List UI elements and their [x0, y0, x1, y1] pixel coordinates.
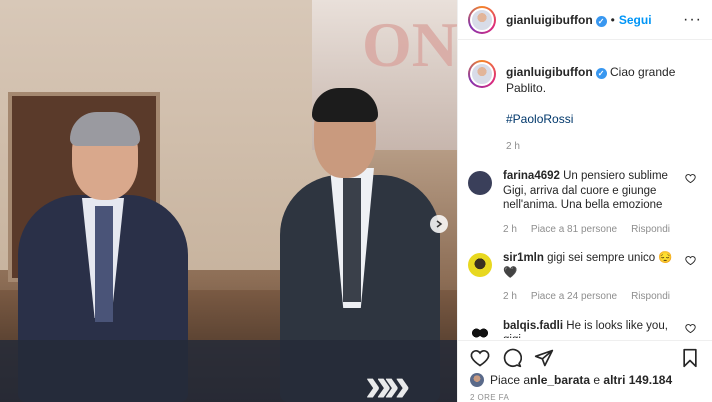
share-send-icon[interactable]	[534, 348, 554, 368]
comment-body: balqis.fadli He is looks like you, gigi	[503, 319, 683, 339]
comment-like-heart-icon[interactable]	[685, 173, 696, 184]
comment-like-heart-icon[interactable]	[685, 255, 696, 266]
caption-username[interactable]: gianluigibuffon ✓	[506, 65, 607, 79]
action-buttons-row	[470, 345, 700, 371]
commenter-username[interactable]: sir1mln	[503, 252, 544, 264]
chevrons-graphic-icon: »»	[365, 359, 410, 402]
comment-likes[interactable]: Piace a 81 persone	[531, 223, 617, 238]
comment-item: balqis.fadli He is looks like you, gigi	[468, 319, 702, 339]
reply-button[interactable]: Rispondi	[631, 290, 670, 305]
comment-like-heart-icon[interactable]	[685, 323, 696, 334]
caption-time: 2 h	[506, 141, 520, 152]
post-date: 2 ORE FA	[470, 393, 510, 402]
next-image-button[interactable]	[430, 215, 448, 233]
commenter-avatar[interactable]	[468, 171, 492, 195]
person-left-hair	[70, 112, 140, 146]
comment-likes[interactable]: Piace a 24 persone	[531, 290, 617, 305]
likes-user[interactable]: nle_barata	[530, 373, 590, 387]
likes-middle: e	[590, 373, 604, 387]
comment-body: farina4692 Un pensiero sublime Gigi, arr…	[503, 169, 683, 237]
commenter-avatar[interactable]	[468, 253, 492, 277]
comment-time: 2 h	[503, 291, 517, 302]
instagram-post: ON »» gianluigibuffon ✓ • Segui ··· gian…	[0, 0, 712, 402]
comment-meta: 2 h Piace a 24 persone Rispondi	[503, 290, 683, 305]
likes-prefix: Piace a	[490, 373, 531, 387]
caption-avatar[interactable]	[468, 60, 496, 88]
caption-text-block: gianluigibuffon ✓ Ciao grande Pablito. #P…	[506, 60, 702, 155]
comments-list[interactable]: gianluigibuffon ✓ Ciao grande Pablito. #P…	[458, 48, 712, 338]
like-heart-icon[interactable]	[470, 348, 490, 368]
comment-item: farina4692 Un pensiero sublime Gigi, arr…	[468, 169, 702, 237]
commenter-username[interactable]: farina4692	[503, 170, 560, 182]
photo-banner-text: ON	[362, 9, 457, 80]
post-caption: gianluigibuffon ✓ Ciao grande Pablito. #P…	[468, 48, 702, 155]
liker-avatar	[470, 373, 484, 387]
hashtag-link[interactable]: #PaoloRossi	[506, 111, 702, 127]
likes-summary[interactable]: Piace a nle_barata e altri 149.184	[470, 371, 700, 389]
post-side-panel: gianluigibuffon ✓ • Segui ··· gianluigibu…	[457, 0, 712, 402]
follow-button[interactable]: Segui	[619, 13, 652, 27]
post-header: gianluigibuffon ✓ • Segui ···	[458, 0, 712, 40]
verified-badge-icon: ✓	[595, 68, 607, 79]
likes-others[interactable]: altri 149.184	[603, 373, 672, 387]
commenter-username[interactable]: balqis.fadli	[503, 320, 563, 332]
more-options-icon[interactable]: ···	[683, 11, 702, 29]
header-separator: •	[610, 12, 615, 27]
comment-item: sir1mln gigi sei sempre unico 😔🖤 2 h Pia…	[468, 251, 702, 305]
post-actions: Piace a nle_barata e altri 149.184 2 ORE…	[458, 340, 712, 402]
person-left-tie	[95, 206, 113, 322]
reply-button[interactable]: Rispondi	[631, 223, 670, 238]
verified-badge-icon: ✓	[595, 15, 607, 27]
person-right-tie	[343, 178, 361, 302]
comment-time: 2 h	[503, 223, 517, 235]
comment-body: sir1mln gigi sei sempre unico 😔🖤 2 h Pia…	[503, 251, 683, 305]
author-username[interactable]: gianluigibuffon ✓	[506, 13, 607, 27]
comment-meta: 2 h Piace a 81 persone Rispondi	[503, 223, 683, 238]
bookmark-icon[interactable]	[680, 348, 700, 368]
chevron-right-icon	[436, 220, 443, 228]
author-username-text: gianluigibuffon	[506, 12, 593, 27]
author-avatar[interactable]	[468, 5, 496, 34]
comment-bubble-icon[interactable]	[502, 348, 522, 368]
commenter-avatar[interactable]	[468, 320, 492, 338]
post-photo[interactable]: ON »»	[0, 0, 457, 402]
person-right-hair	[312, 88, 378, 122]
